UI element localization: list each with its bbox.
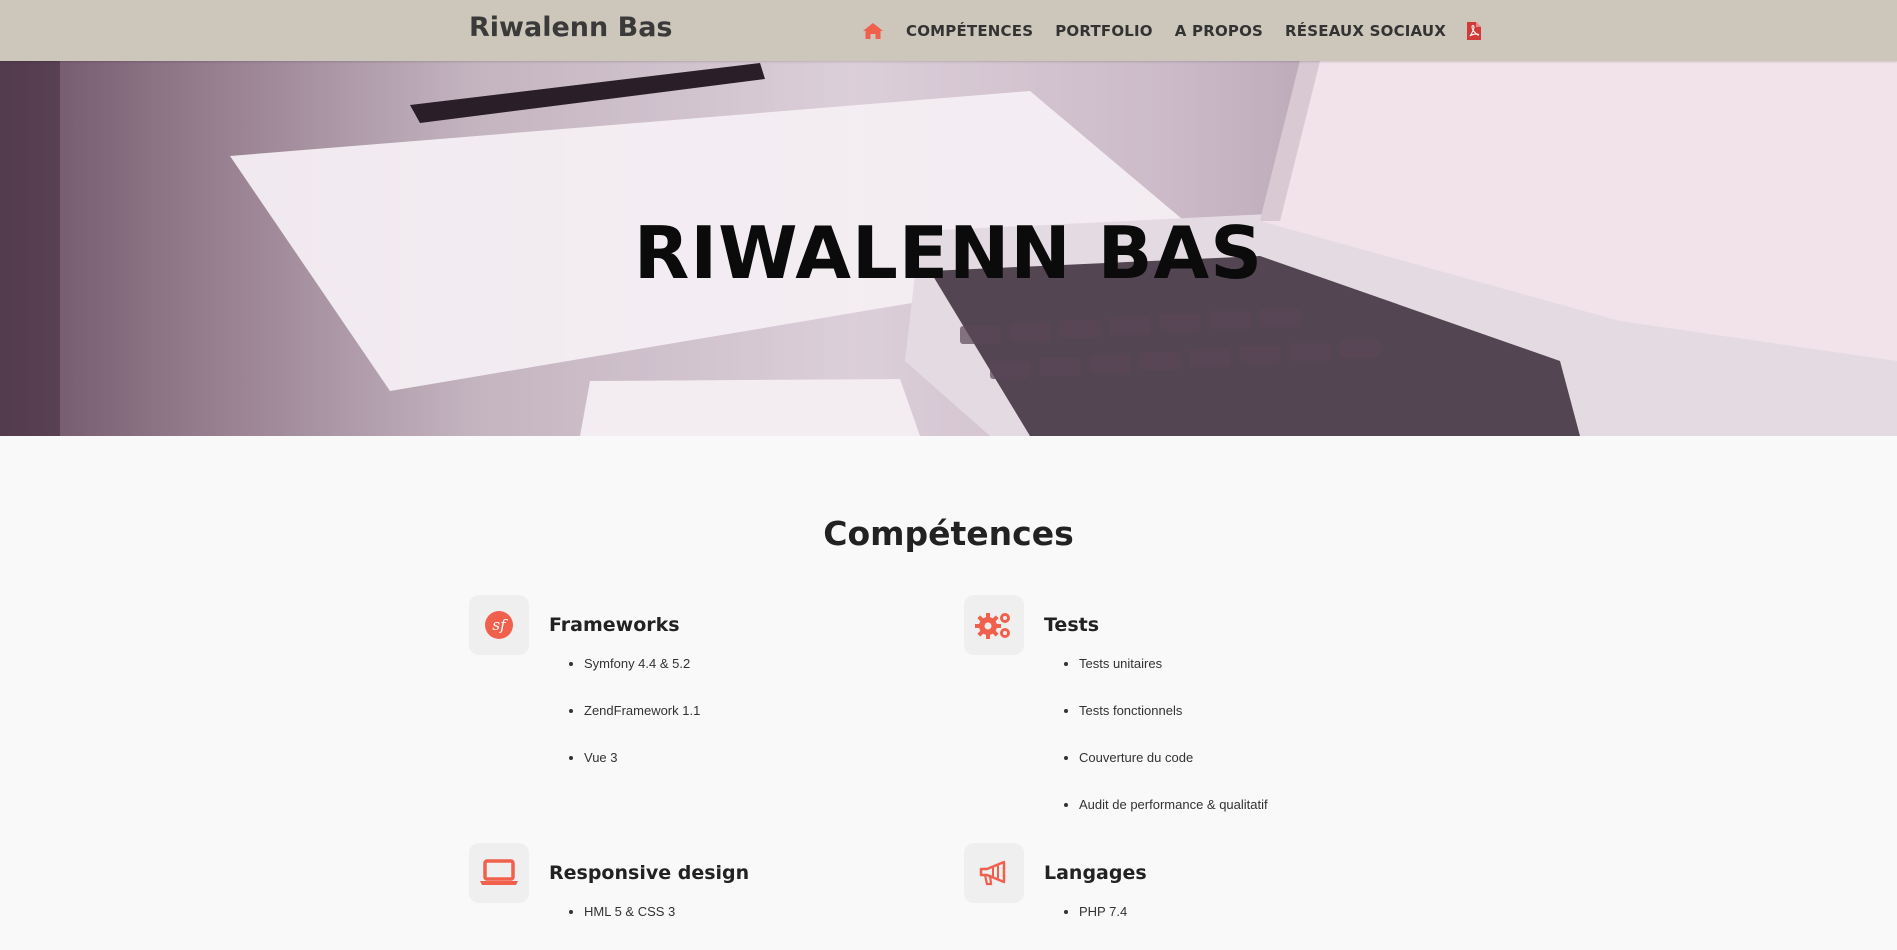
skill-list: HML 5 & CSS 3 xyxy=(564,903,944,950)
section-title-competences: Compétences xyxy=(823,514,1074,553)
nav-portfolio[interactable]: PORTFOLIO xyxy=(1055,22,1153,40)
navbar: Riwalenn Bas COMPÉTENCES PORTFOLIO A PRO… xyxy=(0,0,1897,61)
list-item: PHP 7.4 xyxy=(1079,903,1439,950)
list-item: Symfony 4.4 & 5.2 xyxy=(584,655,944,702)
brand-link[interactable]: Riwalenn Bas xyxy=(469,12,673,43)
skill-title: Tests xyxy=(1044,614,1100,636)
nav-a-propos[interactable]: A PROPOS xyxy=(1175,22,1263,40)
gears-icon xyxy=(964,595,1024,655)
laptop-icon xyxy=(469,843,529,903)
list-item: Tests fonctionnels xyxy=(1079,702,1439,749)
list-item: Vue 3 xyxy=(584,749,944,796)
skill-title: Responsive design xyxy=(549,862,750,884)
pdf-file-icon[interactable] xyxy=(1466,21,1482,41)
hero-banner: RIWALENN BAS xyxy=(0,61,1897,436)
skill-list: Tests unitaires Tests fonctionnels Couve… xyxy=(1059,655,1439,843)
list-item: ZendFramework 1.1 xyxy=(584,702,944,749)
skill-title: Langages xyxy=(1044,862,1147,884)
list-item: Tests unitaires xyxy=(1079,655,1439,702)
list-item: HML 5 & CSS 3 xyxy=(584,903,944,950)
home-icon[interactable] xyxy=(862,22,884,40)
list-item: Couverture du code xyxy=(1079,749,1439,796)
nav-competences[interactable]: COMPÉTENCES xyxy=(906,22,1033,40)
hero-title: RIWALENN BAS xyxy=(633,211,1264,295)
list-item: Audit de performance & qualitatif xyxy=(1079,796,1439,843)
megaphone-icon xyxy=(964,843,1024,903)
skill-title: Frameworks xyxy=(549,614,680,636)
symfony-icon: sf xyxy=(469,595,529,655)
nav-reseaux-sociaux[interactable]: RÉSEAUX SOCIAUX xyxy=(1285,22,1446,40)
skill-list: PHP 7.4 xyxy=(1059,903,1439,950)
main-nav: COMPÉTENCES PORTFOLIO A PROPOS RÉSEAUX S… xyxy=(862,0,1504,61)
skill-list: Symfony 4.4 & 5.2 ZendFramework 1.1 Vue … xyxy=(564,655,944,796)
